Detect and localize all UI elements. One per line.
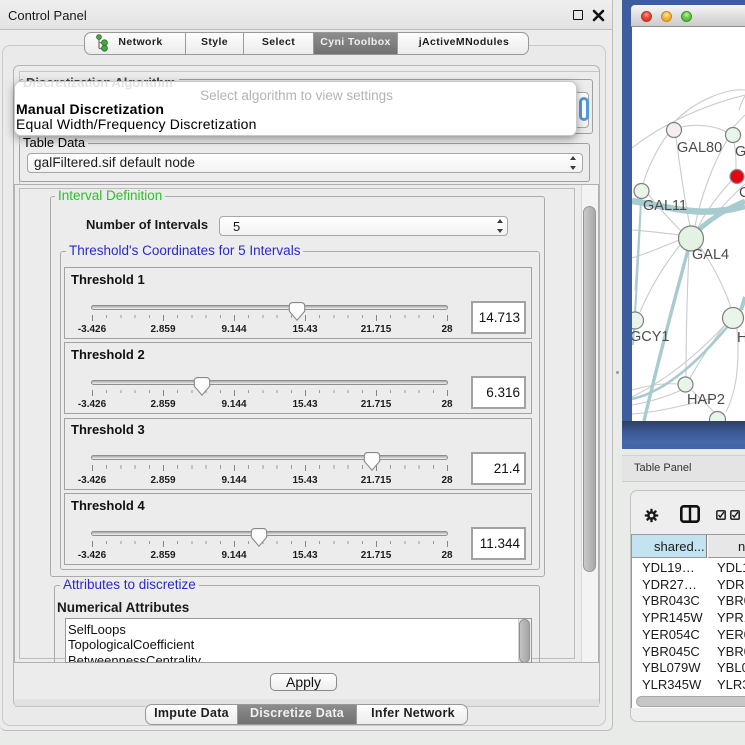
svg-text:GAL80: GAL80 [677, 140, 722, 156]
svg-text:H: H [737, 330, 745, 346]
svg-text:GAL11: GAL11 [643, 198, 687, 214]
svg-text:HAP2: HAP2 [687, 392, 725, 408]
svg-text:GCY1: GCY1 [632, 329, 670, 345]
svg-text:GAL4: GAL4 [692, 247, 729, 263]
svg-text:CA: CA [739, 185, 745, 201]
svg-text:GA: GA [735, 144, 745, 160]
